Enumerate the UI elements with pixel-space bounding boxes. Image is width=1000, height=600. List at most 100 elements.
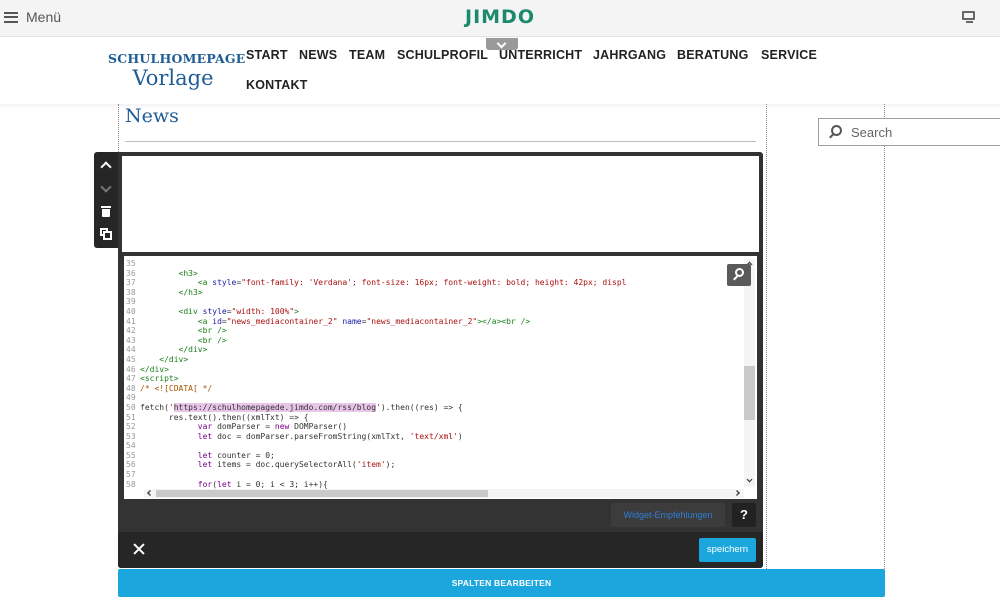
- code-text[interactable]: fetch('https://schulhomepagede.jimdo.com…: [140, 402, 463, 412]
- horizontal-scroll-thumb[interactable]: [156, 490, 488, 497]
- code-text[interactable]: let doc = domParser.parseFromString(xmlT…: [140, 432, 463, 441]
- line-number: 50: [126, 402, 136, 412]
- code-editor[interactable]: 35 36 <h3> 37 <a style="font-family: 'Verd…: [124, 256, 757, 499]
- code-line[interactable]: 49: [124, 393, 744, 403]
- code-text[interactable]: <br />: [140, 336, 227, 345]
- line-number: 47: [126, 374, 136, 384]
- code-text[interactable]: </div>: [140, 365, 169, 374]
- code-line[interactable]: 58 for(let i = 0; i < 3; i++){: [124, 480, 744, 489]
- line-number: 53: [126, 431, 136, 441]
- code-text[interactable]: <a id="news_mediacontainer_2" name="news…: [140, 317, 530, 326]
- code-line[interactable]: 51 res.text().then((xmlTxt) => {: [124, 413, 744, 423]
- line-number: 48: [126, 383, 136, 393]
- code-line[interactable]: 54: [124, 441, 744, 451]
- code-text[interactable]: <div style="width: 100%">: [140, 307, 299, 316]
- site-header: SCHULHOMEPAGE Vorlage START NEWS TEAM SC…: [0, 37, 1000, 104]
- code-line[interactable]: 44 </div>: [124, 345, 744, 355]
- site-logo[interactable]: SCHULHOMEPAGE Vorlage: [108, 51, 246, 90]
- edit-columns-button[interactable]: SPALTEN BEARBEITEN: [118, 569, 885, 597]
- duplicate-icon[interactable]: [99, 227, 114, 242]
- section-divider: [125, 141, 756, 142]
- code-text[interactable]: </div>: [140, 355, 188, 364]
- column-guide-right: [884, 104, 885, 569]
- code-line[interactable]: 56 let items = doc.querySelectorAll('ite…: [124, 460, 744, 470]
- line-number: 37: [126, 278, 136, 288]
- code-line[interactable]: 42 <br />: [124, 326, 744, 336]
- line-number: 54: [126, 441, 136, 451]
- code-line[interactable]: 39: [124, 297, 744, 307]
- line-number: 58: [126, 479, 136, 489]
- code-text[interactable]: for(let i = 0; i < 3; i++){: [140, 480, 328, 489]
- widget-preview: [122, 156, 759, 252]
- line-number: 45: [126, 354, 136, 364]
- section-title[interactable]: News: [125, 105, 179, 127]
- close-icon[interactable]: [132, 542, 147, 557]
- column-guide-left: [118, 104, 119, 152]
- nav-item-start[interactable]: START: [246, 48, 288, 62]
- code-line[interactable]: 50 fetch('https://schulhomepagede.jimdo.c…: [124, 402, 744, 413]
- move-up-icon[interactable]: [99, 158, 114, 173]
- code-search-button[interactable]: [727, 264, 751, 286]
- code-text[interactable]: var domParser = new DOMParser(): [140, 422, 347, 431]
- code-line[interactable]: 52 var domParser = new DOMParser(): [124, 422, 744, 432]
- nav-item-schulprofil[interactable]: SCHULPROFIL: [397, 48, 488, 62]
- code-line[interactable]: 48 /* <![CDATA[ */: [124, 384, 744, 394]
- line-number: 40: [126, 306, 136, 316]
- code-line[interactable]: 57: [124, 470, 744, 480]
- code-text[interactable]: /* <![CDATA[ */: [140, 384, 212, 393]
- code-line[interactable]: 53 let doc = domParser.parseFromString(x…: [124, 432, 744, 442]
- code-text[interactable]: </h3>: [140, 288, 203, 297]
- line-number: 49: [126, 393, 136, 403]
- widget-recommendations-button[interactable]: Widget-Empfehlungen: [611, 503, 725, 527]
- code-line[interactable]: 45 </div>: [124, 355, 744, 365]
- help-button[interactable]: ?: [732, 503, 756, 527]
- code-line[interactable]: 38 </h3>: [124, 288, 744, 298]
- site-logo-line2: Vorlage: [132, 66, 214, 90]
- monitor-icon[interactable]: [962, 11, 976, 25]
- nav-item-beratung[interactable]: BERATUNG: [677, 48, 749, 62]
- code-line[interactable]: 55 let counter = 0;: [124, 451, 744, 461]
- save-button[interactable]: speichern: [699, 538, 756, 562]
- jimdo-admin-bar: Menü JIMDO: [0, 0, 1000, 37]
- nav-item-team[interactable]: TEAM: [349, 48, 385, 62]
- editor-action-bar: speichern: [118, 532, 763, 568]
- code-text[interactable]: <br />: [140, 326, 227, 335]
- code-text[interactable]: res.text().then((xmlTxt) => {: [140, 413, 309, 422]
- nav-item-kontakt[interactable]: KONTAKT: [246, 78, 308, 92]
- code-text[interactable]: </div>: [140, 345, 208, 354]
- line-number: 57: [126, 470, 136, 480]
- jimdo-logo: JIMDO: [465, 6, 535, 28]
- delete-icon[interactable]: [99, 204, 114, 219]
- code-lines[interactable]: 35 36 <h3> 37 <a style="font-family: 'Verd…: [124, 259, 744, 489]
- code-text[interactable]: <a style="font-family: 'Verdana'; font-s…: [140, 278, 627, 287]
- move-down-icon[interactable]: [99, 182, 114, 197]
- menu-button[interactable]: Menü: [4, 9, 61, 25]
- column-guide-middle: [766, 104, 767, 569]
- code-line[interactable]: 47 <script>: [124, 374, 744, 384]
- code-line[interactable]: 40 <div style="width: 100%">: [124, 307, 744, 317]
- nav-item-jahrgang[interactable]: JAHRGANG: [593, 48, 666, 62]
- code-line[interactable]: 36 <h3>: [124, 269, 744, 279]
- code-line[interactable]: 35: [124, 259, 744, 269]
- code-text[interactable]: let counter = 0;: [140, 451, 275, 460]
- vertical-scroll-thumb[interactable]: [744, 366, 755, 420]
- code-line[interactable]: 46 </div>: [124, 365, 744, 375]
- nav-item-news[interactable]: NEWS: [299, 48, 337, 62]
- site-logo-line1: SCHULHOMEPAGE: [108, 51, 246, 66]
- nav-item-service[interactable]: SERVICE: [761, 48, 817, 62]
- line-number: 36: [126, 268, 136, 278]
- line-number: 56: [126, 460, 136, 470]
- code-line[interactable]: 37 <a style="font-family: 'Verdana'; fon…: [124, 278, 744, 288]
- element-toolbar: [94, 152, 119, 248]
- collapse-header-chevron-icon[interactable]: [486, 38, 518, 50]
- search-input[interactable]: [851, 123, 1000, 141]
- code-text[interactable]: <h3>: [140, 269, 198, 278]
- code-line[interactable]: 43 <br />: [124, 336, 744, 346]
- search-icon: [735, 268, 744, 277]
- nav-item-unterricht[interactable]: UNTERRICHT: [499, 48, 582, 62]
- menu-label: Menü: [26, 9, 62, 25]
- line-number: 35: [126, 259, 136, 268]
- code-text[interactable]: let items = doc.querySelectorAll('item')…: [140, 460, 396, 469]
- code-line[interactable]: 41 <a id="news_mediacontainer_2" name="n…: [124, 317, 744, 327]
- code-text[interactable]: <script>: [140, 374, 179, 383]
